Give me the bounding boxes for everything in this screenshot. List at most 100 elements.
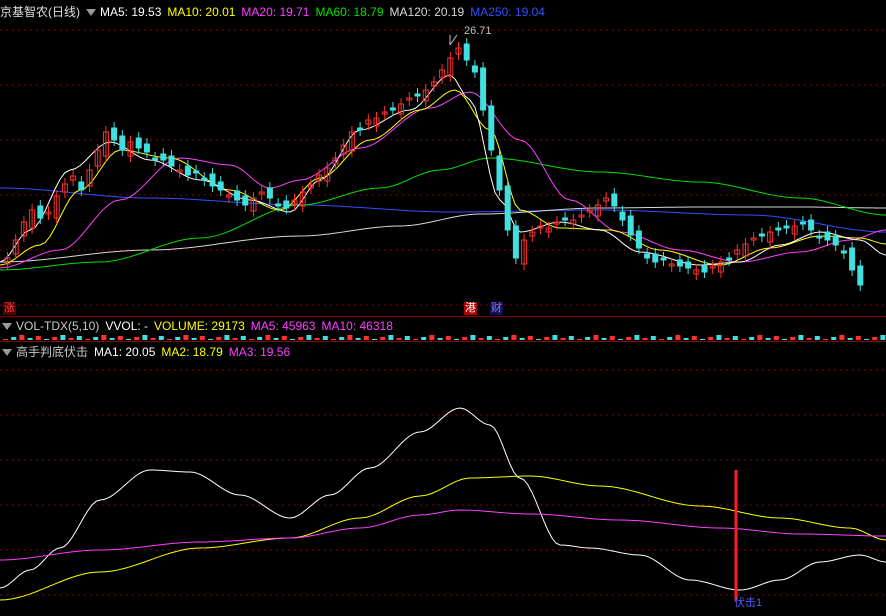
ma10-line bbox=[0, 89, 886, 266]
volume-bar bbox=[265, 335, 271, 340]
candle-body bbox=[389, 107, 396, 111]
volume-bar bbox=[404, 336, 410, 340]
volume-bar bbox=[35, 336, 41, 340]
volume-bar bbox=[577, 339, 582, 340]
volume-bar bbox=[486, 336, 492, 340]
candle-body bbox=[783, 225, 790, 229]
candle-body bbox=[488, 105, 495, 151]
candle-body bbox=[685, 261, 692, 269]
candle-body bbox=[832, 235, 839, 246]
candle-body bbox=[184, 165, 191, 176]
volume-bar bbox=[60, 335, 66, 340]
candle-body bbox=[627, 215, 634, 236]
volume-bar bbox=[462, 337, 468, 340]
volume-bar bbox=[872, 337, 878, 340]
volume-bar bbox=[650, 336, 656, 340]
volume-bar bbox=[814, 336, 820, 340]
volume-bar bbox=[609, 336, 615, 340]
volume-bar bbox=[314, 338, 320, 340]
candlesticks bbox=[4, 38, 864, 291]
volume-bar bbox=[380, 337, 386, 340]
volume-bar bbox=[831, 337, 837, 340]
volume-bar bbox=[626, 337, 632, 340]
volume-bar bbox=[445, 336, 451, 340]
volume-bar bbox=[126, 339, 131, 340]
volume-bar bbox=[413, 339, 418, 340]
volume-bar bbox=[708, 337, 714, 340]
volume-bar bbox=[732, 336, 738, 340]
volume-bar bbox=[782, 339, 787, 340]
volume-bar bbox=[495, 339, 500, 340]
volume-bar bbox=[85, 339, 90, 340]
volume-bar bbox=[191, 338, 197, 340]
volume-bar bbox=[437, 338, 443, 340]
ma20-line bbox=[0, 91, 886, 269]
candle-body bbox=[217, 181, 224, 191]
volume-bar bbox=[839, 335, 845, 340]
candle-body bbox=[143, 143, 150, 153]
indicator-lines bbox=[0, 407, 886, 601]
candle-body bbox=[775, 227, 782, 231]
candle-body bbox=[504, 185, 511, 231]
volume-bar bbox=[216, 337, 222, 340]
volume-bar bbox=[240, 336, 246, 340]
volume-bar bbox=[560, 338, 566, 340]
volume-bar bbox=[52, 337, 58, 340]
volume-bar bbox=[76, 336, 82, 340]
ma3-line bbox=[0, 509, 886, 561]
grid-lines bbox=[0, 29, 886, 596]
volume-bar bbox=[593, 335, 599, 340]
volume-bar bbox=[199, 336, 205, 340]
volume-bar bbox=[27, 338, 33, 340]
candle-body bbox=[242, 195, 249, 206]
volume-bar bbox=[568, 336, 574, 340]
volume-bar bbox=[158, 336, 164, 340]
candle-body bbox=[816, 235, 823, 239]
candle-body bbox=[471, 65, 478, 73]
volume-bar bbox=[372, 339, 377, 340]
candle-body bbox=[357, 127, 364, 131]
candle-body bbox=[37, 205, 44, 219]
volume-bar bbox=[175, 337, 181, 340]
candle-body bbox=[168, 155, 175, 167]
volume-bar bbox=[519, 338, 525, 340]
volume-bar bbox=[700, 339, 705, 340]
candle-body bbox=[111, 127, 118, 141]
volume-bar bbox=[208, 339, 213, 340]
volume-bar bbox=[716, 335, 722, 340]
candle-body bbox=[849, 247, 856, 271]
candle-body bbox=[701, 265, 708, 273]
volume-bar bbox=[355, 338, 361, 340]
volume-bars bbox=[3, 335, 886, 340]
volume-bar bbox=[396, 338, 402, 340]
volume-bar bbox=[101, 335, 107, 340]
volume-bar bbox=[618, 339, 623, 340]
volume-bar bbox=[109, 338, 115, 340]
main-ma-lines bbox=[0, 74, 886, 271]
candle-body bbox=[611, 193, 618, 207]
candle-body bbox=[808, 219, 815, 231]
ma2-line bbox=[0, 475, 886, 601]
candle-body bbox=[676, 259, 683, 267]
volume-bar bbox=[429, 335, 435, 340]
candle-body bbox=[635, 230, 642, 249]
candle-body bbox=[201, 177, 208, 181]
volume-bar bbox=[306, 335, 312, 340]
volume-bar bbox=[765, 338, 771, 340]
volume-bar bbox=[823, 339, 828, 340]
ma60-line bbox=[0, 157, 886, 271]
chart-canvas[interactable]: 伏击1 26.71 bbox=[0, 0, 886, 616]
volume-bar bbox=[421, 337, 427, 340]
volume-bar bbox=[232, 338, 238, 340]
candle-body bbox=[266, 187, 273, 199]
volume-bar bbox=[117, 336, 123, 340]
volume-bar bbox=[552, 335, 558, 340]
volume-bar bbox=[503, 337, 509, 340]
volume-bar bbox=[68, 338, 74, 340]
volume-bar bbox=[675, 335, 681, 340]
volume-bar bbox=[470, 335, 476, 340]
volume-bar bbox=[478, 338, 484, 340]
volume-bar bbox=[347, 335, 353, 340]
volume-bar bbox=[749, 337, 755, 340]
candle-body bbox=[824, 231, 831, 241]
